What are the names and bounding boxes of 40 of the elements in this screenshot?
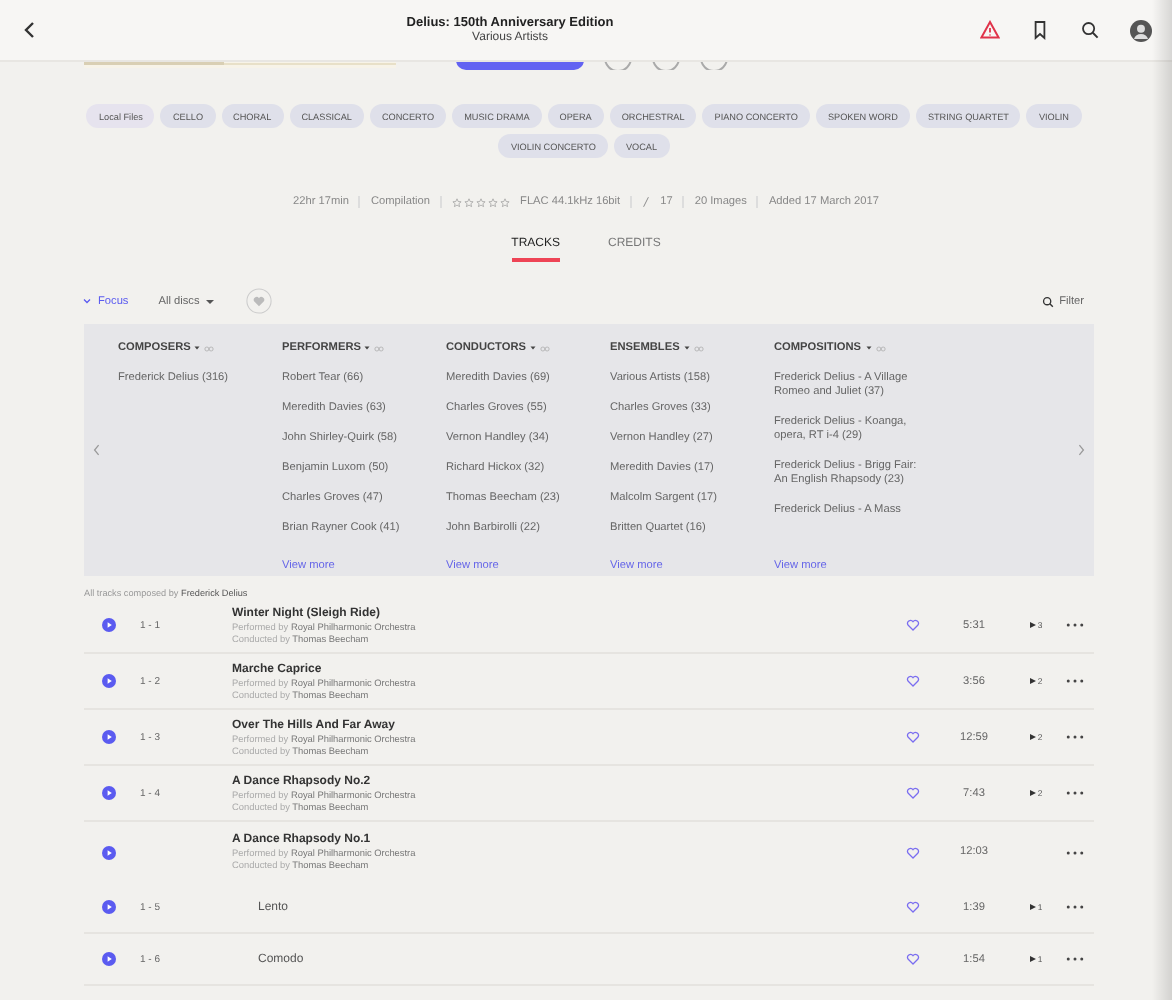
caret-icon bbox=[683, 346, 690, 350]
more-icon[interactable] bbox=[1066, 904, 1084, 910]
caret-icon bbox=[364, 346, 371, 350]
play-icon[interactable] bbox=[102, 730, 116, 744]
warning-icon[interactable] bbox=[980, 20, 1000, 40]
link-icon bbox=[374, 345, 385, 351]
play-icon[interactable] bbox=[102, 900, 116, 914]
play-icon[interactable] bbox=[102, 845, 116, 859]
search-icon[interactable] bbox=[1080, 20, 1100, 40]
play-icon[interactable] bbox=[102, 618, 116, 632]
link-icon bbox=[693, 345, 704, 351]
link-icon bbox=[875, 345, 886, 351]
back-icon[interactable] bbox=[20, 20, 40, 40]
heart-icon[interactable] bbox=[906, 845, 920, 859]
heart-icon[interactable] bbox=[906, 674, 920, 688]
avatar-icon[interactable] bbox=[1130, 19, 1152, 41]
more-icon[interactable] bbox=[1066, 678, 1084, 684]
caret-icon bbox=[530, 346, 536, 350]
heart-icon[interactable] bbox=[906, 952, 920, 966]
caret-icon bbox=[865, 346, 872, 350]
play-icon[interactable] bbox=[102, 674, 116, 688]
heart-icon[interactable] bbox=[906, 618, 920, 632]
caret-icon bbox=[194, 346, 201, 350]
heart-icon[interactable] bbox=[906, 730, 920, 744]
more-icon[interactable] bbox=[1066, 849, 1084, 855]
heart-icon[interactable] bbox=[906, 900, 920, 914]
link-icon bbox=[540, 345, 550, 351]
heart-icon[interactable] bbox=[906, 786, 920, 800]
slash-icon bbox=[642, 196, 651, 208]
bookmark-icon[interactable] bbox=[1030, 20, 1050, 40]
search-icon bbox=[1041, 295, 1054, 307]
link-icon bbox=[204, 345, 215, 351]
chevron-icon bbox=[82, 296, 92, 306]
more-icon[interactable] bbox=[1066, 622, 1084, 628]
more-icon[interactable] bbox=[1066, 956, 1084, 962]
star-rating[interactable] bbox=[452, 197, 511, 207]
play-icon[interactable] bbox=[102, 952, 116, 966]
play-icon[interactable] bbox=[102, 786, 116, 800]
more-icon[interactable] bbox=[1066, 734, 1084, 740]
more-icon[interactable] bbox=[1066, 790, 1084, 796]
